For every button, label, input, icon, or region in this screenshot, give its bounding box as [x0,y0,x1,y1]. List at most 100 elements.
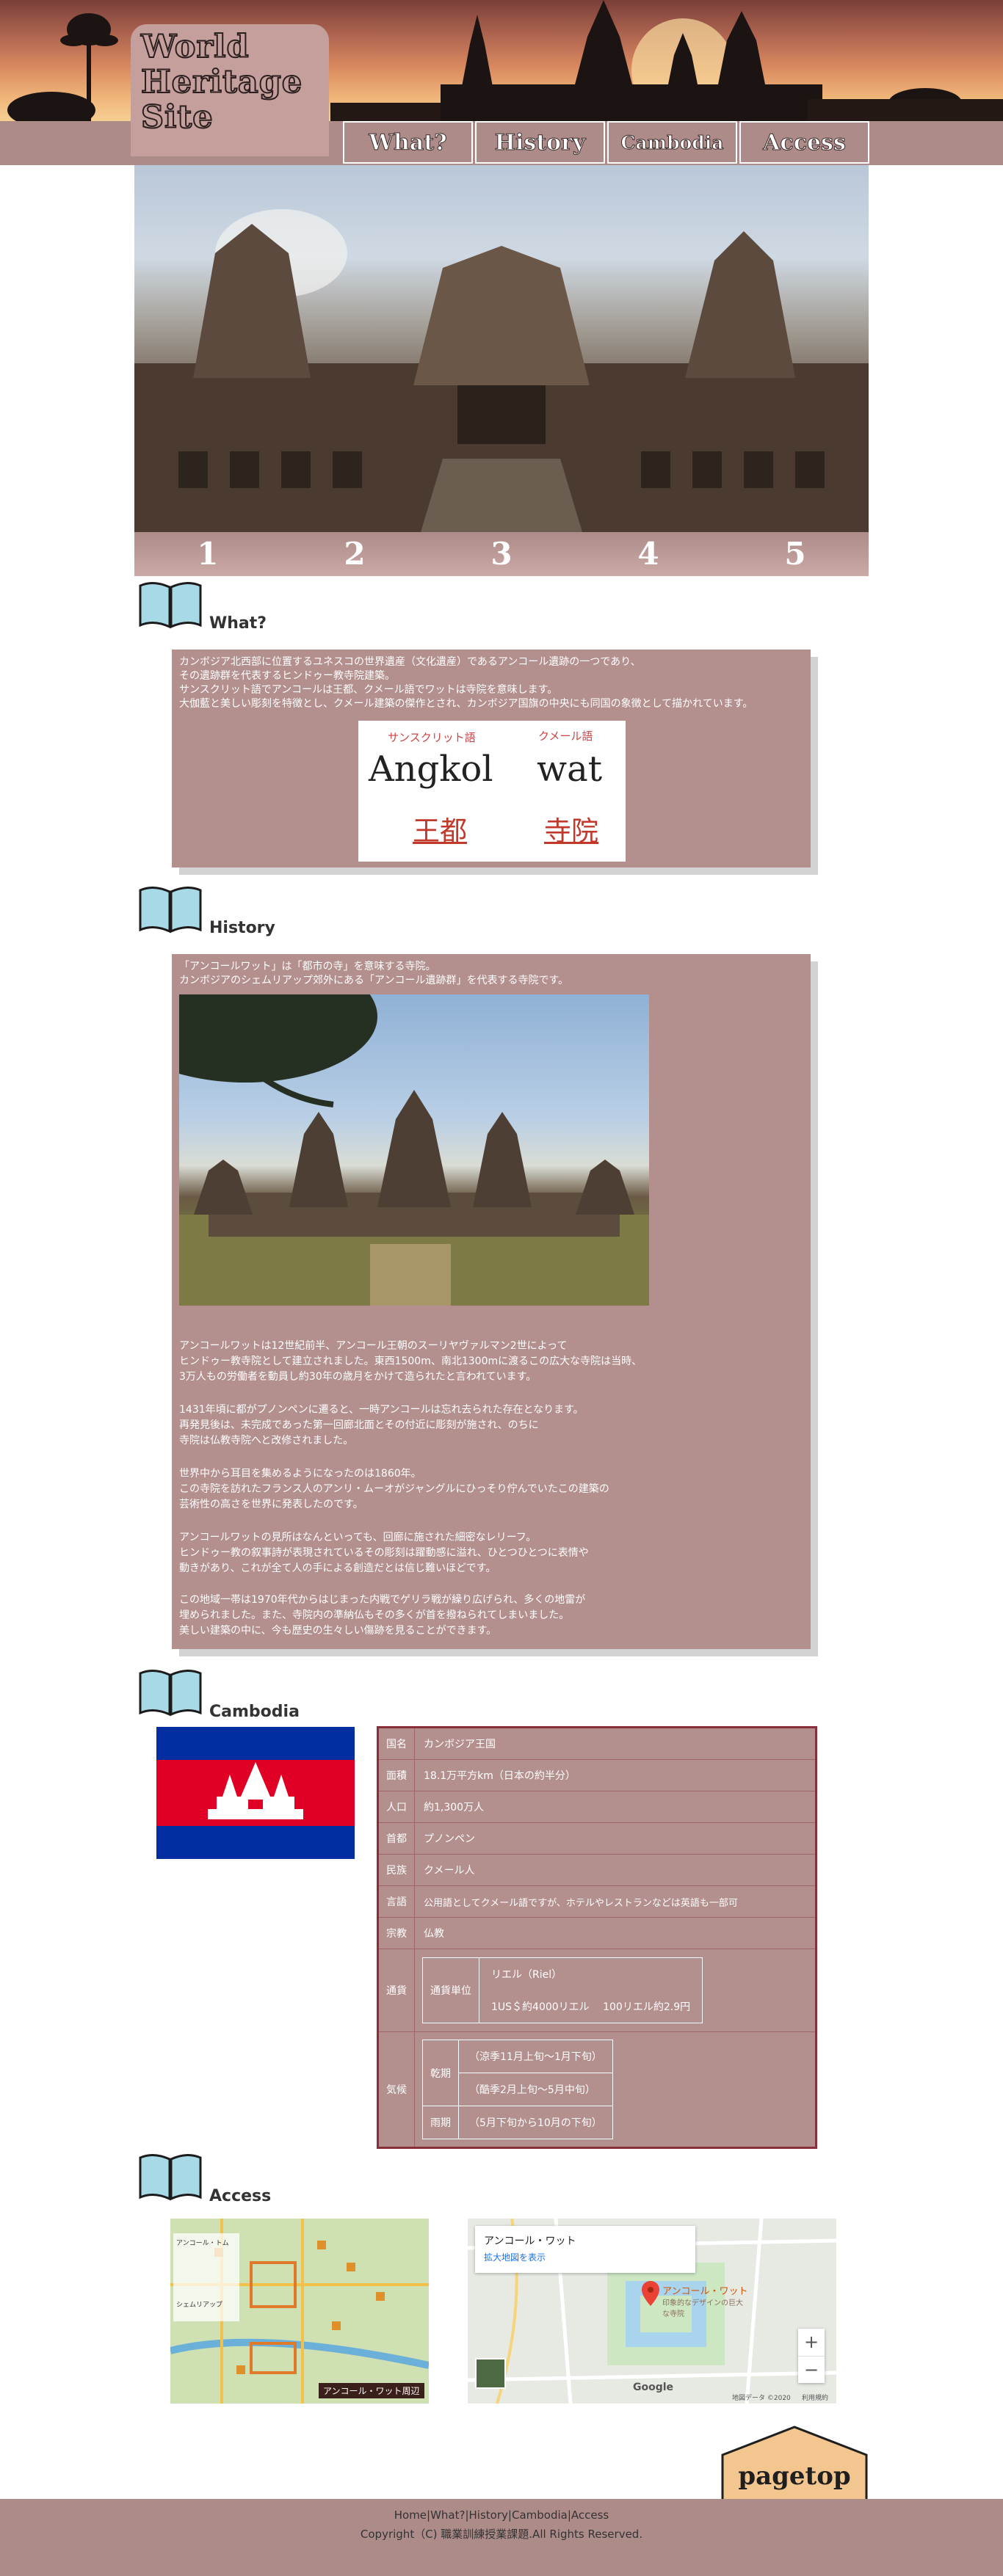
history-line: 1431年頃に都がプノンペンに遷ると、一時アンコールは忘れ去られた存在となります… [179,1404,584,1416]
history-paragraph: アンコールワットの見所はなんといっても、回廊に施された細密なレリーフ。 ヒンドゥ… [179,1530,767,1576]
area-map-image: アンコール・トム シェムリアップ アンコール・ワット周辺 [170,2219,429,2404]
history-intro: 「アンコールワット」は「都市の寺」を意味する寺院。 [179,961,436,972]
table-value: （5月下旬から10月の下旬） [458,2106,613,2139]
map-pin-sublabel: 印象的なデザインの巨大な寺院 [662,2299,743,2318]
table-row: 言語 公用語としてクメール語ですが、ホテルやレストランなどは英語も一部可 [377,1885,816,1918]
table-value: 通貨単位 リエル（Riel） 1US＄約4000リエル 100リエル約2.9円 [414,1949,816,2032]
nav-what[interactable]: What? [343,121,473,164]
table-key: 乾期 [422,2040,459,2106]
table-key: 宗教 [377,1917,415,1949]
table-key: 言語 [377,1885,415,1918]
cambodia-info-table: 国名 カンボジア王国 面積 18.1万平方km（日本の約半分） 人口 約1,30… [377,1726,817,2149]
angkor-wat-photo-art [179,994,649,1306]
history-line: ヒンドゥー教の叙事詩が表現されているその彫刻は躍動感に溢れ、ひとつひとつに表情や [179,1547,589,1559]
slide-dot-1[interactable]: 1 [186,532,230,576]
history-intro: カンボジアのシェムリアップ郊外にある「アンコール遺跡群」を代表する寺院です。 [179,975,569,986]
cambodia-flag-image [156,1727,355,1859]
enlarge-map-link[interactable]: 拡大地図を表示 [484,2251,546,2263]
open-book-icon [139,887,202,934]
meaning-capital: 王都 [413,815,467,847]
logo-line: Site [140,99,214,136]
footer-link-history[interactable]: History [469,2508,508,2522]
table-key: 人口 [377,1791,415,1823]
google-map-embed[interactable]: アンコール・ワット 拡大地図を表示 アンコール・ワット 印象的なデザインの巨大な… [468,2219,836,2404]
map-place-name: アンコール・ワット [484,2235,576,2247]
map-data-credit: 地図データ ©2020 [732,2395,791,2402]
history-paragraph: 世界中から耳目を集めるようになったのは1860年。 この寺院を訪れたフランス人の… [179,1466,767,1513]
slide-dot-4[interactable]: 4 [626,532,670,576]
history-line: 再発見後は、未完成であった第一回廊北面とその付近に彫刻が施され、のちに [179,1419,539,1431]
history-paragraph: 1431年頃に都がプノンペンに遷ると、一時アンコールは忘れ去られた存在となります… [179,1402,767,1449]
map-title: アンコール・ワット周辺 [319,2383,424,2398]
terms-link[interactable]: 利用規約 [802,2393,828,2402]
section-title-access: Access [209,2187,272,2205]
table-value: （涼季11月上旬〜1月下旬） [458,2040,613,2073]
history-paragraph: アンコールワットは12世紀前半、アンコール王朝のスーリヤヴァルマン2世によって … [179,1339,767,1385]
logo-line: Heritage [140,64,303,101]
history-line: 美しい建築の中に、今も歴史の生々しい傷跡を見ることができます。 [179,1625,497,1637]
table-key: 気候 [377,2031,415,2148]
pagetop-button[interactable]: pagetop [721,2426,868,2503]
site-logo[interactable]: World Heritage Site [131,24,329,156]
open-book-icon [139,2154,202,2201]
table-key: 雨期 [422,2106,459,2139]
table-key: 首都 [377,1822,415,1855]
slide-dot-5[interactable]: 5 [773,532,817,576]
table-key: 通貨 [377,1949,415,2032]
slide-dot-3[interactable]: 3 [479,532,524,576]
google-logo: Google [633,2382,674,2393]
word-origin-box: サンスクリット語 クメール語 Angkol wat 王都 寺院 [358,721,626,862]
section-title-history: History [209,919,275,937]
angkor-wat-photo [179,994,649,1306]
footer-link-what[interactable]: What? [430,2508,465,2522]
history-line: 3万人もの労働者を動員し約30年の歳月をかけて造られたと言われています。 [179,1371,537,1383]
table-row: 面積 18.1万平方km（日本の約半分） [377,1759,816,1791]
open-book-icon [139,1670,202,1717]
history-paragraph: この地域一帯は1970年代からはじまった内戦でゲリラ戦が繰り広げられ、多くの地雷… [179,1593,767,1639]
table-value: 乾期 （涼季11月上旬〜1月下旬） （酷季2月上旬〜5月中旬） 雨期 （5月下旬… [414,2031,816,2148]
nav-cambodia[interactable]: Cambodia [607,121,737,164]
word-wat: wat [537,749,602,790]
nav-access[interactable]: Access [739,121,869,164]
table-row: 国名 カンボジア王国 [377,1727,816,1760]
table-value: プノンペン [414,1822,816,1855]
open-book-icon [139,582,202,629]
word-angkol: Angkol [369,749,493,790]
history-line: 埋められました。また、寺院内の準納仏もその多くが首を撥ねられてしまいました。 [179,1609,570,1621]
table-value: 約1,300万人 [414,1791,816,1823]
climate-subtable: 乾期 （涼季11月上旬〜1月下旬） （酷季2月上旬〜5月中旬） 雨期 （5月下旬… [422,2040,613,2139]
footer-link-home[interactable]: Home [394,2508,427,2522]
map-info-card: アンコール・ワット 拡大地図を表示 [475,2226,695,2273]
table-value: 公用語としてクメール語ですが、ホテルやレストランなどは英語も一部可 [414,1885,816,1918]
meaning-temple: 寺院 [544,815,598,847]
map-pin-label: アンコール・ワット [662,2286,748,2297]
label-sanskrit: サンスクリット語 [388,731,476,744]
zoom-in-button[interactable]: + [798,2329,825,2356]
nav-history[interactable]: History [475,121,605,164]
what-paragraph: 大伽藍と美しい彫刻を特徴とし、クメール建築の傑作とされ、カンボジア国旗の中央にも… [179,698,753,710]
table-key: 通貨単位 [422,1957,479,2023]
table-row: 宗教 仏教 [377,1917,816,1949]
what-paragraph: その遺跡群を代表するヒンドゥー教寺院建築。 [179,670,395,682]
history-line: ヒンドゥー教寺院として建立されました。東西1500m、南北1300mに渡るこの広… [179,1356,642,1367]
section-title-cambodia: Cambodia [209,1703,300,1721]
table-value: カンボジア王国 [414,1727,816,1760]
table-key: 面積 [377,1759,415,1791]
footer-link-access[interactable]: Access [571,2508,609,2522]
zoom-out-button[interactable]: − [798,2356,825,2384]
history-line: この寺院を訪れたフランス人のアンリ・ムーオがジャングルにひっそり佇んでいたこの建… [179,1483,609,1495]
footer-nav: Home|What?|History|Cambodia|Access [394,2508,609,2522]
history-line: 世界中から耳目を集めるようになったのは1860年。 [179,1468,421,1480]
table-value: 1US＄約4000リエル 100リエル約2.9円 [478,1990,703,2023]
table-value: 18.1万平方km（日本の約半分） [414,1759,816,1791]
map-label: シェムリアップ [176,2302,223,2309]
table-row: 気候 乾期 （涼季11月上旬〜1月下旬） （酷季2月上旬〜5月中旬） 雨期 （5… [377,2031,816,2148]
history-line: アンコールワットは12世紀前半、アンコール王朝のスーリヤヴァルマン2世によって [179,1340,568,1352]
table-value: 仏教 [414,1917,816,1949]
map-pin-icon[interactable] [642,2281,659,2306]
satellite-toggle[interactable] [475,2358,506,2389]
history-line: アンコールワットの見所はなんといっても、回廊に施された細密なレリーフ。 [179,1532,537,1543]
footer-link-cambodia[interactable]: Cambodia [512,2508,568,2522]
slide-dot-2[interactable]: 2 [333,532,377,576]
angkor-temple-photo [134,209,869,532]
